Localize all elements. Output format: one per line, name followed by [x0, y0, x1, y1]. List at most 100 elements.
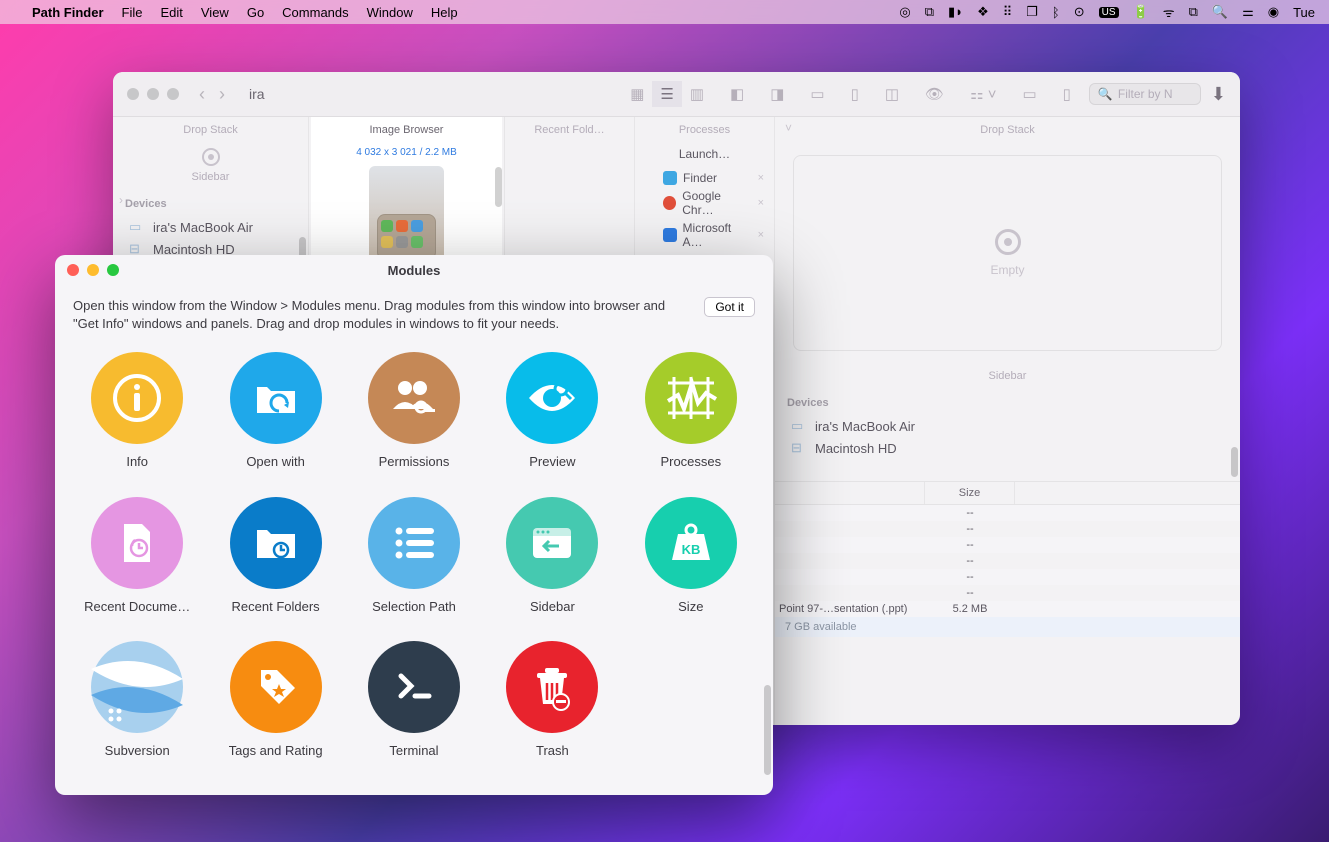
window-minimize-button[interactable]: [147, 88, 159, 100]
drop-target-icon: [995, 229, 1021, 255]
disclosure-icon[interactable]: ›: [119, 193, 123, 207]
status-icon[interactable]: ◎: [899, 4, 910, 20]
preview-icon[interactable]: 👁: [917, 81, 952, 107]
tag-star-icon: [230, 641, 322, 733]
close-process-icon[interactable]: ×: [758, 172, 764, 184]
module-permissions[interactable]: Permissions: [356, 352, 472, 473]
toolbar-dropdown[interactable]: ⚏ ˅: [962, 81, 1004, 107]
sidebar-section-header: Devices: [787, 397, 1228, 409]
app-icon: [663, 228, 677, 242]
menu-help[interactable]: Help: [431, 5, 458, 20]
status-icon[interactable]: ⠿: [1003, 4, 1013, 20]
process-item[interactable]: Microsoft A…×: [635, 219, 774, 251]
drop-stack-area[interactable]: Empty: [793, 155, 1222, 351]
weight-icon: KB: [645, 497, 737, 589]
activity-icon: [645, 352, 737, 444]
module-preview[interactable]: Preview: [494, 352, 610, 473]
window-zoom-button[interactable]: [167, 88, 179, 100]
view-icon-mode[interactable]: ▦: [622, 81, 652, 107]
module-recent-folders[interactable]: Recent Folders: [217, 497, 333, 618]
empty-label: Empty: [990, 263, 1024, 277]
toolbar-icon[interactable]: ◨: [762, 81, 792, 107]
module-size[interactable]: KBSize: [633, 497, 749, 618]
control-center-icon[interactable]: ⚌: [1242, 4, 1254, 20]
toolbar-icon[interactable]: ▭: [1014, 81, 1044, 107]
menu-file[interactable]: File: [122, 5, 143, 20]
search-icon: 🔍: [1098, 87, 1113, 101]
launch-button[interactable]: Launch…: [635, 143, 774, 165]
menu-edit[interactable]: Edit: [160, 5, 182, 20]
size-cell: --: [925, 553, 1015, 569]
sidebar-device-item[interactable]: ▭ira's MacBook Air: [787, 415, 1228, 437]
nav-back-icon[interactable]: ‹: [199, 84, 205, 105]
status-icon[interactable]: ⊙: [1074, 4, 1085, 20]
sidebar-icon: [506, 497, 598, 589]
module-sidebar[interactable]: Sidebar: [494, 497, 610, 618]
sidebar-device-item[interactable]: ⊟Macintosh HD: [787, 437, 1228, 459]
users-key-icon: [368, 352, 460, 444]
toolbar-icon[interactable]: ◫: [877, 81, 907, 107]
view-column-mode[interactable]: ▥: [682, 81, 712, 107]
laptop-icon: ▭: [791, 418, 807, 434]
scrollbar[interactable]: [495, 167, 502, 207]
view-list-mode[interactable]: ☰: [652, 81, 681, 107]
column-title: Recent Fold…: [505, 117, 634, 143]
toolbar-icon[interactable]: ▭: [802, 81, 832, 107]
process-item[interactable]: Finder×: [635, 169, 774, 187]
disk-icon: ⊟: [791, 440, 807, 456]
process-item[interactable]: Google Chr…×: [635, 187, 774, 219]
menu-go[interactable]: Go: [247, 5, 264, 20]
column-title: Drop Stack: [113, 117, 308, 143]
toolbar-icon[interactable]: ▯: [1055, 81, 1079, 107]
close-process-icon[interactable]: ×: [758, 229, 764, 241]
module-terminal[interactable]: Terminal: [356, 641, 472, 762]
module-processes[interactable]: Processes: [633, 352, 749, 473]
battery-icon[interactable]: 🔋: [1133, 4, 1149, 20]
window-close-button[interactable]: [127, 88, 139, 100]
module-open-with[interactable]: Open with: [217, 352, 333, 473]
folder-clock-icon: [230, 497, 322, 589]
got-it-button[interactable]: Got it: [704, 297, 755, 317]
menu-commands[interactable]: Commands: [282, 5, 348, 20]
module-info[interactable]: Info: [79, 352, 195, 473]
search-input[interactable]: 🔍 Filter by N: [1089, 83, 1201, 105]
close-process-icon[interactable]: ×: [758, 197, 764, 209]
status-icon[interactable]: ❖: [977, 4, 989, 20]
size-cell: --: [925, 521, 1015, 537]
dropbox-icon[interactable]: ❐: [1026, 4, 1038, 20]
app-icon: [663, 196, 676, 210]
size-cell: --: [925, 537, 1015, 553]
column-title: Drop Stack: [775, 117, 1240, 143]
clock[interactable]: Tue: [1293, 5, 1315, 20]
file-name[interactable]: Point 97-…sentation (.ppt): [775, 601, 925, 617]
spotlight-icon[interactable]: 🔍: [1212, 4, 1228, 20]
toolbar-icon[interactable]: ◧: [722, 81, 752, 107]
window-title: Modules: [55, 263, 773, 278]
menu-view[interactable]: View: [201, 5, 229, 20]
status-icon[interactable]: ⧉: [925, 4, 934, 20]
sidebar-device-item[interactable]: ▭ira's MacBook Air: [125, 216, 296, 238]
scrollbar[interactable]: [764, 685, 771, 775]
module-recent-documents[interactable]: Recent Docume…: [79, 497, 195, 618]
app-menu[interactable]: Path Finder: [32, 5, 104, 20]
input-source-icon[interactable]: US: [1099, 7, 1119, 18]
column-title: Sidebar: [775, 363, 1240, 389]
module-subversion[interactable]: Subversion: [79, 641, 195, 762]
status-icon[interactable]: ⧉: [1189, 4, 1198, 20]
download-icon[interactable]: ⬇: [1211, 84, 1226, 105]
nav-forward-icon[interactable]: ›: [219, 84, 225, 105]
bluetooth-icon[interactable]: ᛒ: [1052, 5, 1060, 20]
status-icon[interactable]: ▮◗: [948, 4, 963, 20]
drop-target-icon[interactable]: [202, 148, 220, 166]
siri-icon[interactable]: ◉: [1268, 4, 1279, 20]
module-selection-path[interactable]: Selection Path: [356, 497, 472, 618]
size-column-header[interactable]: Size: [925, 482, 1015, 504]
menu-window[interactable]: Window: [367, 5, 413, 20]
scrollbar[interactable]: [1231, 447, 1238, 477]
module-tags-rating[interactable]: Tags and Rating: [217, 641, 333, 762]
toolbar-icon[interactable]: ▯: [843, 81, 867, 107]
wifi-icon[interactable]: ᯤ: [1163, 3, 1175, 21]
svg-text:KB: KB: [681, 542, 700, 557]
module-trash[interactable]: Trash: [494, 641, 610, 762]
eye-icon: [506, 352, 598, 444]
